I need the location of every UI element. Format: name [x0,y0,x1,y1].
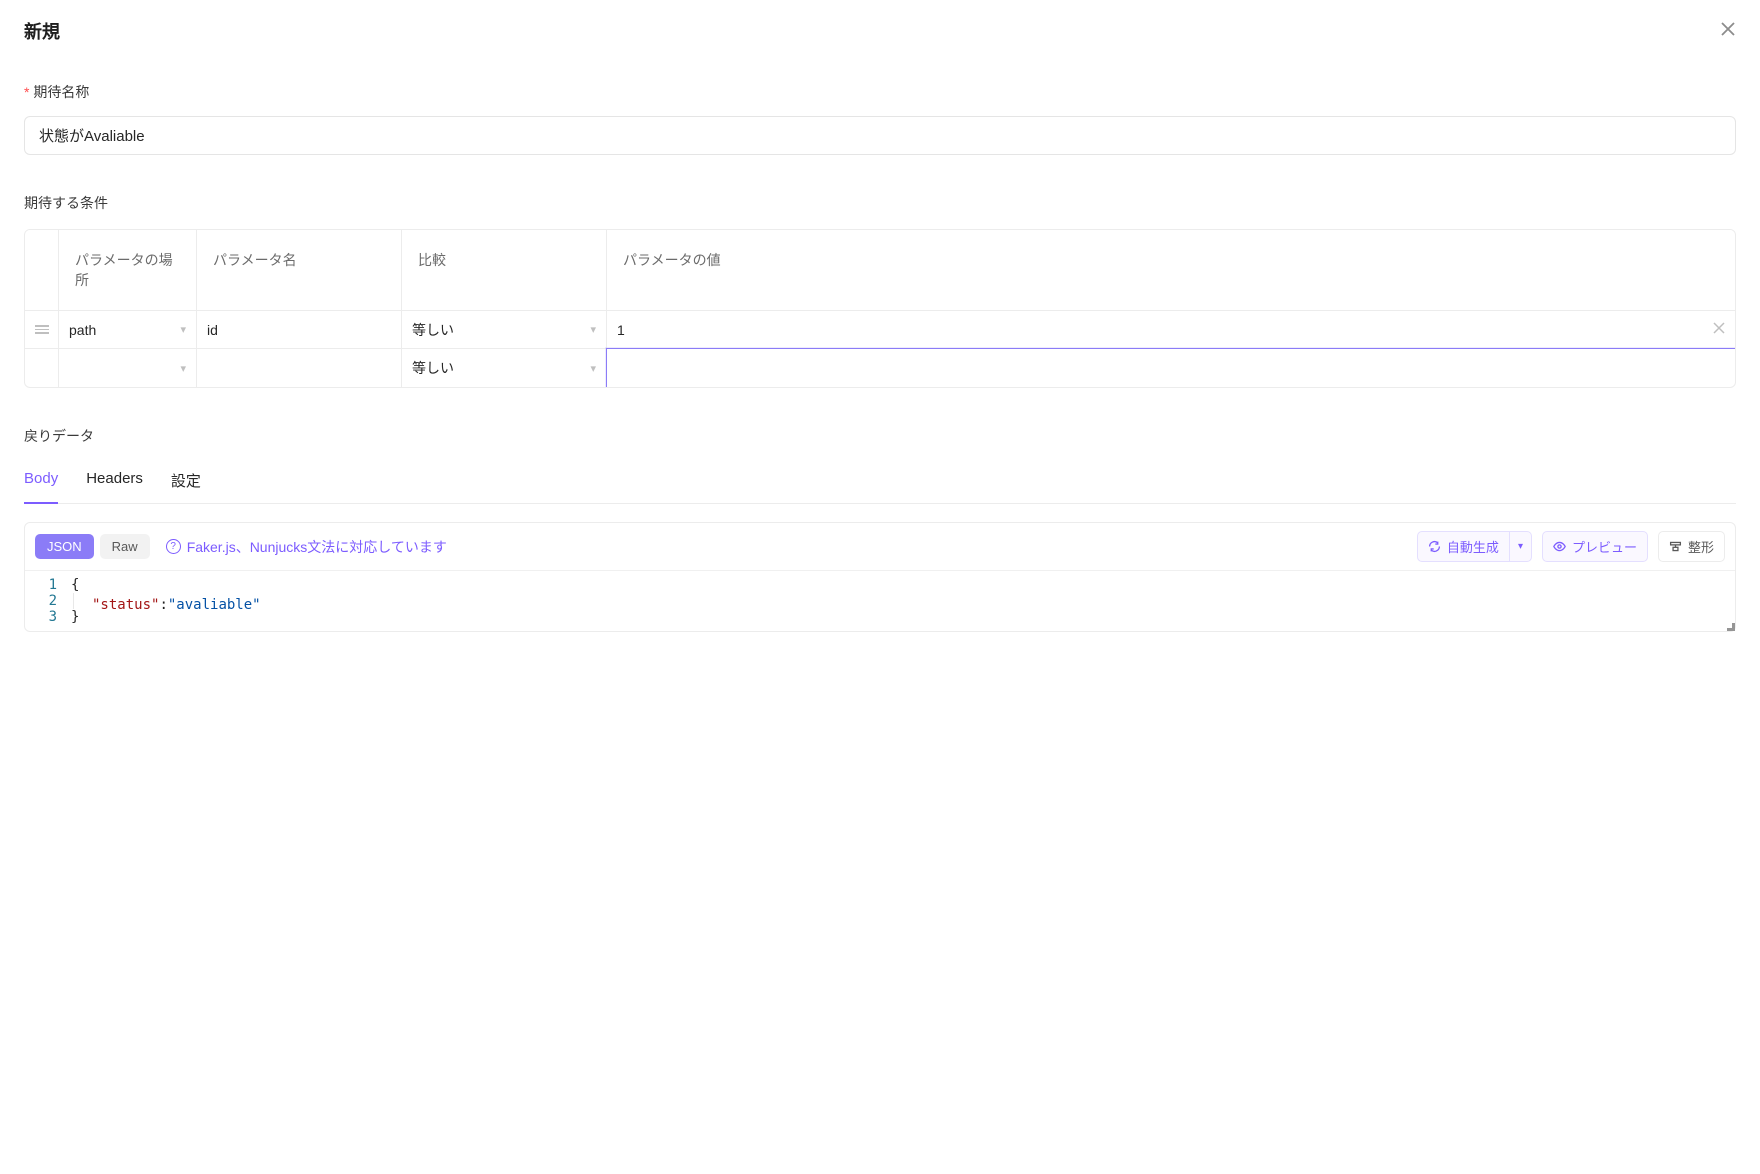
code-editor[interactable]: 1 { 2 "status":"avaliable" 3 } [25,571,1735,631]
compare-value: 等しい [412,320,454,340]
name-input[interactable] [24,116,1736,155]
close-icon[interactable] [1720,21,1736,42]
header-value: パラメータの値 [607,230,1735,310]
code-line: 1 { [25,577,1735,593]
preview-button[interactable]: プレビュー [1542,531,1648,562]
modal-title: 新規 [24,18,60,44]
conditions-header-row: パラメータの場所 パラメータ名 比較 パラメータの値 [25,230,1735,311]
seg-raw[interactable]: Raw [100,534,150,559]
value-cell[interactable] [607,349,1735,387]
chevron-down-icon: ▾ [180,362,186,375]
location-value: path [69,322,96,338]
chevron-down-icon: ▾ [590,323,596,336]
body-toolbar: JSON Raw ? Faker.js、Nunjucks文法に対応しています 自… [25,523,1735,571]
resize-handle[interactable] [1727,623,1735,631]
value-cell[interactable] [607,311,1735,348]
delete-row-icon[interactable] [1713,322,1725,337]
autogen-split: 自動生成 ▾ [1417,531,1532,562]
refresh-icon [1428,540,1441,553]
help-icon: ? [166,539,181,554]
param-name-cell[interactable] [197,349,402,387]
eye-icon [1553,540,1566,553]
format-icon [1669,540,1682,553]
tab-settings[interactable]: 設定 [171,462,201,503]
format-segment: JSON Raw [35,534,150,559]
tab-headers[interactable]: Headers [86,462,143,503]
compare-select[interactable]: 等しい ▾ [402,311,607,348]
drag-handle-placeholder [25,349,59,387]
autogen-button[interactable]: 自動生成 [1417,531,1510,562]
format-button[interactable]: 整形 [1658,531,1725,562]
compare-select[interactable]: 等しい ▾ [402,349,607,387]
modal: 新規 期待名称 期待する条件 パラメータの場所 パラメータ名 比較 パラメータの… [0,0,1760,650]
help-text: Faker.js、Nunjucks文法に対応しています [187,537,447,557]
seg-json[interactable]: JSON [35,534,94,559]
conditions-label: 期待する条件 [24,193,1736,213]
drag-handle-icon[interactable] [25,311,59,348]
value-input[interactable] [617,360,1725,376]
conditions-table: パラメータの場所 パラメータ名 比較 パラメータの値 path ▾ id 等しい… [24,229,1736,388]
code-line: 3 } [25,609,1735,625]
param-name-cell[interactable]: id [197,311,402,348]
condition-row: path ▾ id 等しい ▾ [25,311,1735,349]
body-panel: JSON Raw ? Faker.js、Nunjucks文法に対応しています 自… [24,522,1736,632]
return-data-label: 戻りデータ [24,426,1736,446]
compare-value: 等しい [412,358,454,378]
header-name: パラメータ名 [197,230,402,310]
header-compare: 比較 [402,230,607,310]
tab-body[interactable]: Body [24,462,58,503]
modal-header: 新規 [24,18,1736,44]
help-link[interactable]: ? Faker.js、Nunjucks文法に対応しています [166,537,447,557]
condition-row: ▾ 等しい ▾ [25,349,1735,387]
header-location: パラメータの場所 [59,230,197,310]
value-input[interactable] [617,322,1725,338]
header-handle [25,230,59,310]
location-select[interactable]: ▾ [59,349,197,387]
chevron-down-icon: ▾ [590,362,596,375]
code-line: 2 "status":"avaliable" [25,593,1735,609]
name-label: 期待名称 [24,82,1736,102]
return-tabs: Body Headers 設定 [24,462,1736,504]
autogen-dropdown[interactable]: ▾ [1510,531,1532,562]
location-select[interactable]: path ▾ [59,311,197,348]
chevron-down-icon: ▾ [180,323,186,336]
